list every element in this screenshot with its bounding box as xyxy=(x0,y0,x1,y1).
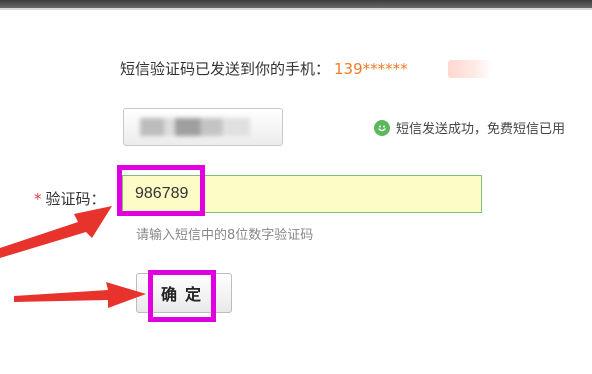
sms-sent-notice: 短信验证码已发送到你的手机： 139****** xyxy=(120,58,408,79)
top-divider xyxy=(0,8,592,10)
window-top-bar xyxy=(0,0,592,8)
smile-icon xyxy=(374,119,390,136)
send-status-text: 短信发送成功，免费短信已用 xyxy=(396,122,566,137)
sms-sent-text: 短信验证码已发送到你的手机： xyxy=(120,60,331,78)
code-field-label: * 验证码： xyxy=(34,188,106,209)
confirm-button[interactable]: 确定 xyxy=(136,273,232,313)
phone-redaction xyxy=(448,60,492,78)
code-label-text: 验证码： xyxy=(45,190,106,208)
code-input-hint: 请输入短信中的8位数字验证码 xyxy=(136,228,314,243)
arrow-to-confirm-button xyxy=(14,282,146,308)
arrow-shape-2 xyxy=(14,282,146,308)
arrow-to-code-input xyxy=(0,206,112,258)
verification-code-input[interactable] xyxy=(122,175,482,213)
resend-button-label-redacted xyxy=(140,118,250,136)
send-status: 短信发送成功，免费短信已用 xyxy=(374,118,565,137)
arrow-shape-1 xyxy=(0,206,112,258)
required-mark: * xyxy=(34,190,42,208)
resend-code-button[interactable] xyxy=(123,108,283,146)
masked-phone-number: 139****** xyxy=(334,60,408,78)
